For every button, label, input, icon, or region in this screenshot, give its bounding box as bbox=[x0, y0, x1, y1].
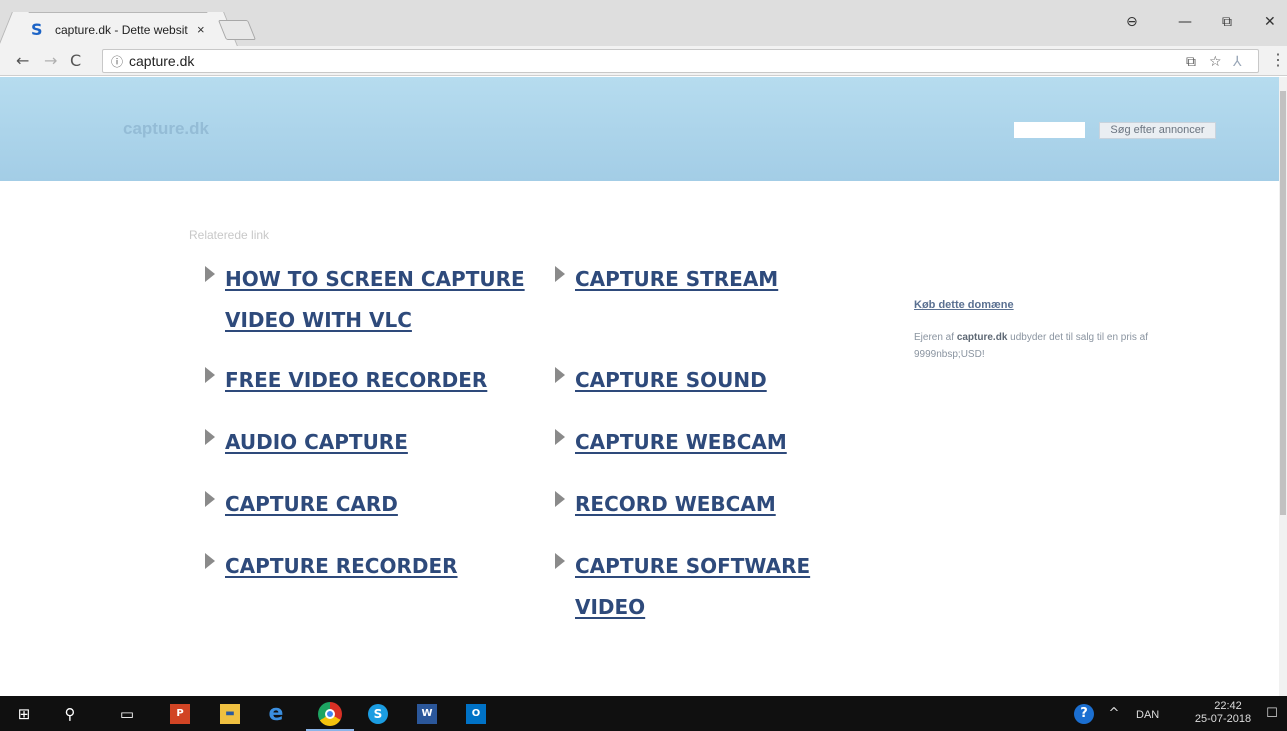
related-link-item[interactable]: CAPTURE SOFTWARE VIDEO bbox=[555, 546, 855, 628]
arrow-right-icon bbox=[555, 491, 565, 507]
site-header-banner: capture.dk Søg efter annoncer bbox=[0, 77, 1279, 181]
related-link-item[interactable]: CAPTURE WEBCAM bbox=[555, 422, 855, 463]
related-link[interactable]: CAPTURE SOUND bbox=[575, 360, 855, 401]
site-info-icon[interactable]: ⓘ bbox=[111, 53, 123, 70]
profile-icon[interactable]: ⊖ bbox=[1126, 14, 1138, 30]
related-link[interactable]: CAPTURE RECORDER bbox=[225, 546, 565, 587]
arrow-right-icon bbox=[205, 491, 215, 507]
related-link[interactable]: CAPTURE STREAM bbox=[575, 259, 855, 300]
search-icon[interactable]: ⚲ bbox=[60, 704, 80, 724]
powerpoint-icon[interactable]: P bbox=[170, 704, 190, 724]
notification-icon[interactable]: ☐ bbox=[1262, 704, 1282, 724]
search-ads-button[interactable]: Søg efter annoncer bbox=[1099, 122, 1216, 139]
forward-button[interactable]: → bbox=[44, 51, 57, 70]
chrome-icon[interactable] bbox=[318, 702, 342, 726]
related-link[interactable]: FREE VIDEO RECORDER bbox=[225, 360, 565, 401]
url-text[interactable]: capture.dk bbox=[129, 53, 194, 69]
outlook-icon[interactable]: O bbox=[466, 704, 486, 724]
related-links-label: Relaterede link bbox=[189, 228, 270, 242]
scrollbar-thumb[interactable] bbox=[1280, 91, 1286, 515]
windows-taskbar: ⊞ ⚲ ▭ P ▬ e S W O ? ^ DAN 22:42 25-07-20… bbox=[0, 696, 1287, 731]
page-viewport: capture.dk Søg efter annoncer Relaterede… bbox=[0, 77, 1279, 696]
related-link[interactable]: RECORD WEBCAM bbox=[575, 484, 855, 525]
arrow-right-icon bbox=[555, 367, 565, 383]
related-link-item[interactable]: HOW TO SCREEN CAPTURE VIDEO WITH VLC bbox=[205, 259, 565, 341]
arrow-right-icon bbox=[205, 429, 215, 445]
tab-strip: S capture.dk - Dette websit × ⊖ — ⧉ ✕ bbox=[0, 0, 1287, 46]
chrome-center-icon bbox=[325, 709, 335, 719]
site-favicon-icon: S bbox=[31, 19, 43, 39]
tab-close-icon[interactable]: × bbox=[197, 22, 205, 37]
buy-domain-link[interactable]: Køb dette domæne bbox=[914, 299, 1014, 311]
close-window-button[interactable]: ✕ bbox=[1264, 14, 1276, 30]
related-link[interactable]: CAPTURE SOFTWARE VIDEO bbox=[575, 546, 855, 628]
bookmark-star-icon[interactable]: ☆ bbox=[1209, 54, 1222, 70]
address-bar[interactable]: ⓘ capture.dk ⧉ ☆ ⅄ bbox=[102, 49, 1259, 73]
related-link-item[interactable]: FREE VIDEO RECORDER bbox=[205, 360, 565, 401]
reload-button[interactable]: C bbox=[70, 51, 81, 70]
tray-chevron-icon[interactable]: ^ bbox=[1104, 704, 1124, 724]
clock-time[interactable]: 22:42 bbox=[1208, 699, 1248, 713]
arrow-right-icon bbox=[205, 266, 215, 282]
search-input[interactable] bbox=[1014, 122, 1085, 138]
windows-start-icon[interactable]: ⊞ bbox=[14, 704, 34, 724]
domain-sale-description: Ejeren af capture.dk udbyder det til sal… bbox=[914, 329, 1214, 363]
sale-text-prefix: Ejeren af bbox=[914, 332, 957, 343]
tab-title: capture.dk - Dette websit bbox=[55, 22, 188, 37]
related-link-item[interactable]: RECORD WEBCAM bbox=[555, 484, 855, 525]
internet-explorer-icon[interactable]: e bbox=[266, 703, 286, 725]
sale-domain-name: capture.dk bbox=[956, 332, 1008, 343]
related-link-item[interactable]: CAPTURE SOUND bbox=[555, 360, 855, 401]
arrow-right-icon bbox=[555, 553, 565, 569]
file-explorer-icon[interactable]: ▬ bbox=[220, 704, 240, 724]
related-link[interactable]: CAPTURE WEBCAM bbox=[575, 422, 855, 463]
minimize-button[interactable]: — bbox=[1178, 14, 1192, 30]
skype-icon[interactable]: S bbox=[368, 704, 388, 724]
related-link[interactable]: AUDIO CAPTURE bbox=[225, 422, 565, 463]
related-link-item[interactable]: CAPTURE STREAM bbox=[555, 259, 855, 300]
back-button[interactable]: ← bbox=[16, 51, 29, 70]
arrow-right-icon bbox=[205, 553, 215, 569]
language-indicator[interactable]: DAN bbox=[1136, 709, 1159, 721]
related-link-item[interactable]: CAPTURE RECORDER bbox=[205, 546, 565, 587]
site-logo[interactable]: capture.dk bbox=[123, 119, 209, 139]
related-link-item[interactable]: AUDIO CAPTURE bbox=[205, 422, 565, 463]
arrow-right-icon bbox=[555, 429, 565, 445]
arrow-right-icon bbox=[555, 266, 565, 282]
related-link-item[interactable]: CAPTURE CARD bbox=[205, 484, 565, 525]
arrow-right-icon bbox=[205, 367, 215, 383]
translate-icon[interactable]: ⧉ bbox=[1186, 54, 1196, 70]
task-view-icon[interactable]: ▭ bbox=[117, 704, 137, 724]
word-icon[interactable]: W bbox=[417, 704, 437, 724]
related-link[interactable]: CAPTURE CARD bbox=[225, 484, 565, 525]
clock-date[interactable]: 25-07-2018 bbox=[1193, 713, 1253, 725]
related-link[interactable]: HOW TO SCREEN CAPTURE VIDEO WITH VLC bbox=[225, 259, 565, 341]
browser-tab[interactable]: S capture.dk - Dette websit × bbox=[14, 12, 222, 46]
help-icon[interactable]: ? bbox=[1074, 704, 1094, 724]
browser-menu-icon[interactable]: ⋮ bbox=[1270, 50, 1286, 70]
page-scrollbar[interactable] bbox=[1279, 77, 1287, 696]
extension-icon[interactable]: ⅄ bbox=[1233, 54, 1242, 70]
browser-toolbar: ← → C ⓘ capture.dk ⧉ ☆ ⅄ ⋮ bbox=[0, 46, 1287, 76]
restore-button[interactable]: ⧉ bbox=[1222, 14, 1232, 30]
